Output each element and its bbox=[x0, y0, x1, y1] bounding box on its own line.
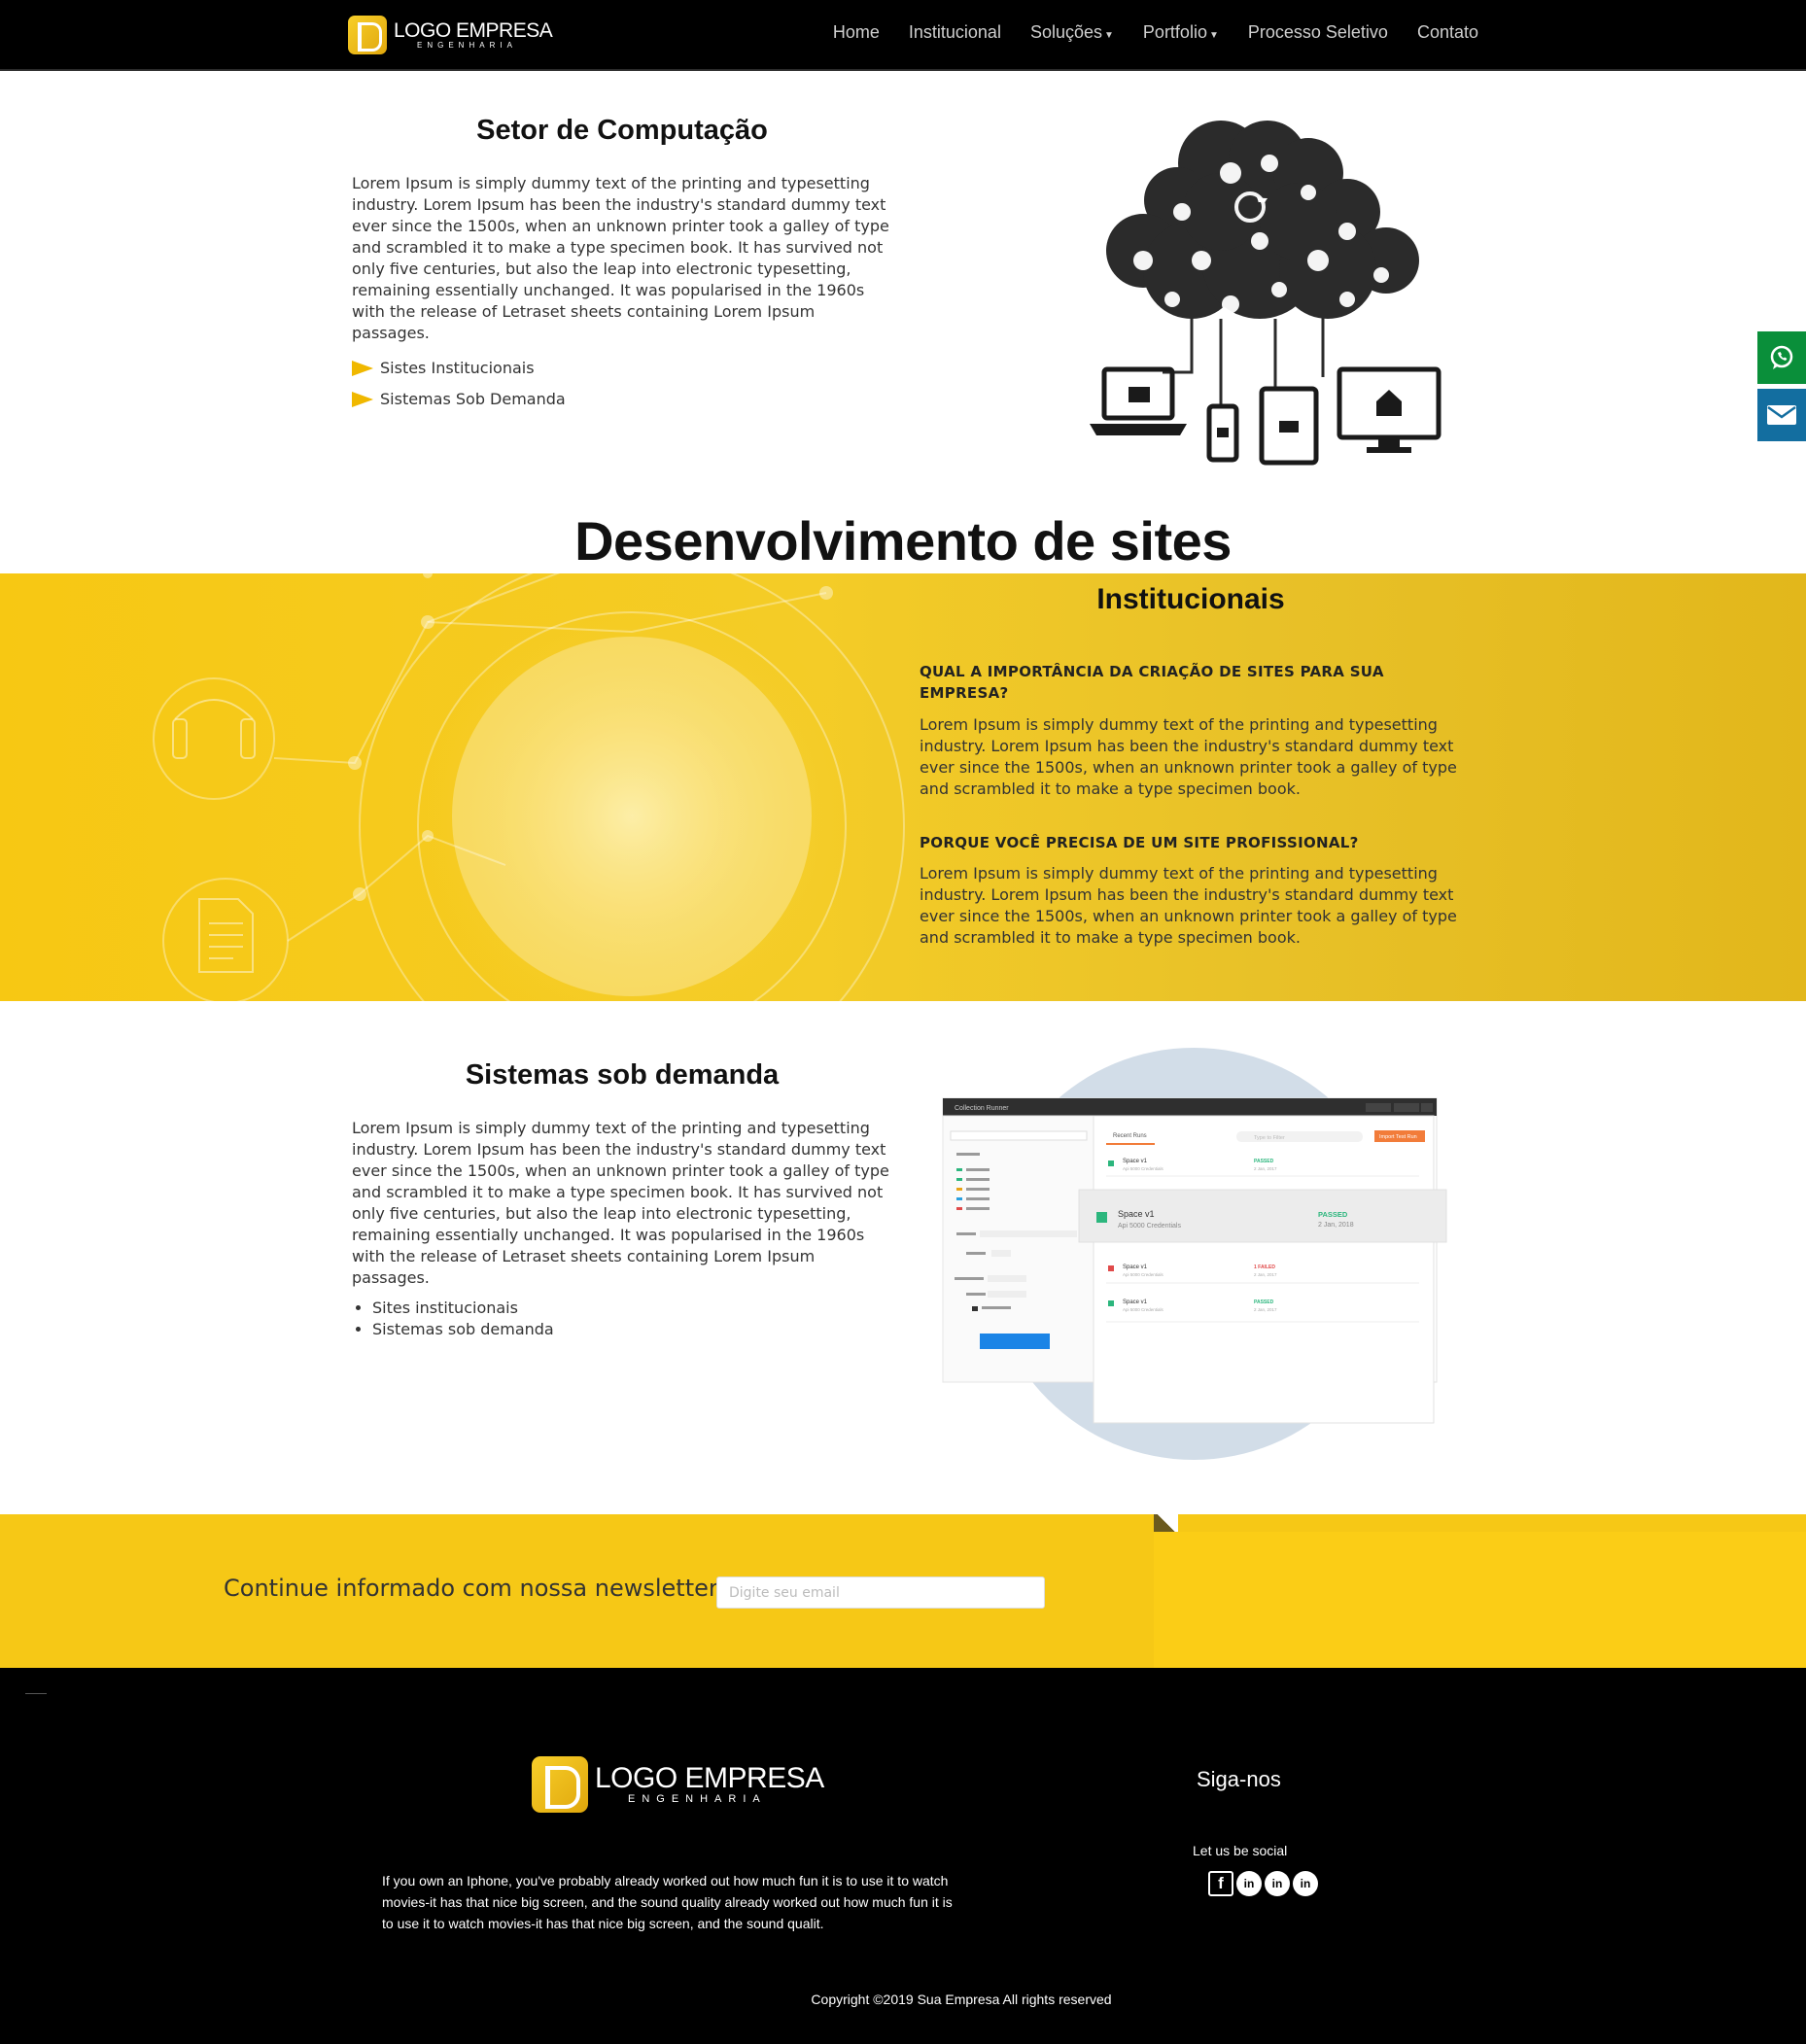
mockup-row-date: 2 Jan, 2017 bbox=[1254, 1166, 1277, 1171]
mockup-import-button: Import Test Run bbox=[1379, 1134, 1417, 1140]
top-navbar: LOGO EMPRESA ENGENHARIA Home Institucion… bbox=[0, 0, 1806, 71]
desenvolvimento-title: Desenvolvimento de sites bbox=[574, 510, 1232, 572]
mockup-window-title: Collection Runner bbox=[955, 1105, 1009, 1112]
whatsapp-button[interactable] bbox=[1757, 331, 1806, 384]
sistemas-text: Lorem Ipsum is simply dummy text of the … bbox=[352, 1119, 889, 1287]
nav-solucoes-label: Soluções bbox=[1029, 21, 1103, 42]
list-item-label: Sistes Institucionais bbox=[380, 359, 535, 377]
footer bbox=[0, 1668, 1806, 2044]
network-globe-background bbox=[153, 573, 905, 1001]
social-label: Let us be social bbox=[1193, 1843, 1288, 1858]
footer-logo[interactable]: LOGO EMPRESA ENGENHARIA bbox=[532, 1755, 824, 1814]
sistemas-list: Sites institucionais Sistemas sob demand… bbox=[372, 1298, 554, 1340]
mockup-row-status: 1 FAILED bbox=[1254, 1265, 1275, 1270]
mockup-tab: Recent Runs bbox=[1113, 1133, 1147, 1139]
nav-home[interactable]: Home bbox=[833, 22, 880, 43]
nav-portfolio-label: Portfolio bbox=[1142, 21, 1207, 42]
header-logo[interactable]: LOGO EMPRESA ENGENHARIA bbox=[348, 16, 553, 54]
list-item: Sistemas Sob Demanda bbox=[352, 384, 566, 415]
nav-solucoes[interactable]: Soluções ▼ bbox=[1030, 22, 1114, 43]
mockup-row-sub: Api 5000 Credentials bbox=[1123, 1272, 1164, 1277]
mockup-row-date: 2 Jan, 2017 bbox=[1254, 1307, 1277, 1312]
list-item: Sistemas sob demanda bbox=[372, 1319, 554, 1340]
logo-title: LOGO EMPRESA bbox=[595, 1762, 824, 1794]
follow-title: Siga-nos bbox=[1197, 1767, 1281, 1791]
footer-description: If you own an Iphone, you've probably al… bbox=[382, 1873, 953, 1931]
linkedin-icon[interactable]: in bbox=[1293, 1871, 1318, 1896]
site-profissional-heading: PORQUE VOCÊ PRECISA DE UM SITE PROFISSIO… bbox=[920, 834, 1359, 851]
newsletter-notch bbox=[1154, 1514, 1178, 1532]
nav-processo-seletivo[interactable]: Processo Seletivo bbox=[1248, 22, 1388, 43]
mockup-row-name: Space v1 bbox=[1123, 1159, 1148, 1164]
list-item: Sistes Institucionais bbox=[352, 353, 566, 384]
mockup-filter-placeholder: Type to Filter bbox=[1254, 1135, 1285, 1141]
logo-icon bbox=[532, 1756, 588, 1813]
nav-portfolio[interactable]: Portfolio ▼ bbox=[1143, 22, 1219, 43]
mockup-featured-name: Space v1 bbox=[1118, 1209, 1155, 1219]
site-profissional-text: Lorem Ipsum is simply dummy text of the … bbox=[920, 864, 1457, 947]
linkedin-icon[interactable]: in bbox=[1236, 1871, 1262, 1896]
email-button[interactable] bbox=[1757, 389, 1806, 441]
computacao-list: Sistes Institucionais Sistemas Sob Deman… bbox=[352, 353, 566, 415]
logo-icon bbox=[348, 16, 387, 54]
institucionais-title: Institucionais bbox=[1096, 583, 1285, 615]
computacao-title: Setor de Computação bbox=[476, 115, 768, 146]
mockup-row-name: Space v1 bbox=[1123, 1265, 1148, 1270]
importancia-heading: QUAL A IMPORTÂNCIA DA CRIAÇÃO DE SITES P… bbox=[920, 663, 1384, 702]
mockup-row-sub: Api 5000 Credentials bbox=[1123, 1307, 1164, 1312]
logo-title: LOGO EMPRESA bbox=[394, 19, 553, 42]
mockup-row-date: 2 Jan, 2017 bbox=[1254, 1272, 1277, 1277]
caret-down-icon: ▼ bbox=[1208, 29, 1219, 41]
mockup-row-sub: Api 5000 Credentials bbox=[1123, 1166, 1164, 1171]
arrow-right-icon bbox=[352, 361, 373, 376]
logo-subtitle: ENGENHARIA bbox=[417, 41, 517, 50]
social-links: f in in in bbox=[1208, 1871, 1321, 1896]
app-mockup-illustration: Collection Runner Recent Runs Type to Fi… bbox=[942, 1048, 1447, 1460]
newsletter-email-input[interactable] bbox=[716, 1576, 1045, 1609]
whatsapp-icon bbox=[1770, 345, 1793, 369]
nav-institucional[interactable]: Institucional bbox=[909, 22, 1001, 43]
computacao-text: Lorem Ipsum is simply dummy text of the … bbox=[352, 174, 889, 342]
newsletter-label: Continue informado com nossa newsletter bbox=[224, 1575, 718, 1602]
envelope-icon bbox=[1767, 405, 1796, 425]
copyright: Copyright ©2019 Sua Empresa All rights r… bbox=[811, 1992, 1112, 2007]
divider bbox=[25, 1693, 47, 1694]
nav-contato[interactable]: Contato bbox=[1417, 22, 1478, 43]
mockup-row-status: PASSED bbox=[1254, 1159, 1274, 1164]
arrow-right-icon bbox=[352, 392, 373, 407]
mockup-row-status: PASSED bbox=[1254, 1299, 1274, 1305]
logo-subtitle: ENGENHARIA bbox=[628, 1793, 767, 1805]
main-nav: Home Institucional Soluções ▼ Portfolio ▼ … bbox=[804, 0, 1478, 64]
newsletter-yellow-block bbox=[1154, 1532, 1806, 1684]
sistemas-title: Sistemas sob demanda bbox=[465, 1059, 780, 1091]
list-item: Sites institucionais bbox=[372, 1298, 554, 1319]
caret-down-icon: ▼ bbox=[1104, 29, 1114, 41]
mockup-featured-status: PASSED bbox=[1318, 1210, 1348, 1219]
importancia-text: Lorem Ipsum is simply dummy text of the … bbox=[920, 715, 1457, 798]
linkedin-icon[interactable]: in bbox=[1265, 1871, 1290, 1896]
institucionais-band bbox=[0, 573, 1806, 1001]
cloud-devices-illustration bbox=[1090, 121, 1441, 466]
list-item-label: Sistemas Sob Demanda bbox=[380, 390, 566, 408]
mockup-featured-sub: Api 5000 Credentials bbox=[1118, 1223, 1181, 1230]
mockup-row-name: Space v1 bbox=[1123, 1299, 1148, 1305]
facebook-icon[interactable]: f bbox=[1208, 1871, 1233, 1896]
mockup-featured-date: 2 Jan, 2018 bbox=[1318, 1222, 1354, 1229]
